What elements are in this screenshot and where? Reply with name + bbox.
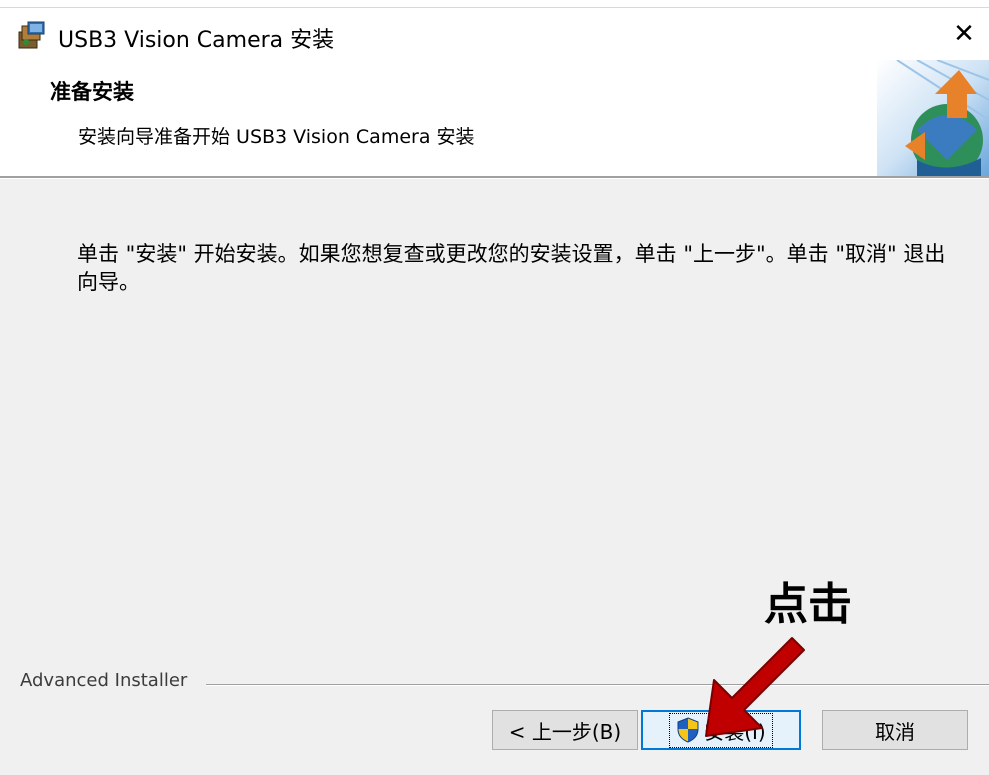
title-bar[interactable]: USB3 Vision Camera 安装 ✕ bbox=[0, 8, 989, 60]
instruction-text: 单击 "安装" 开始安装。如果您想复查或更改您的安装设置，单击 "上一步"。单击… bbox=[77, 242, 946, 294]
close-icon: ✕ bbox=[953, 19, 975, 49]
page-title: 准备安装 bbox=[50, 80, 134, 104]
close-button[interactable]: ✕ bbox=[939, 8, 989, 60]
header-separator bbox=[0, 176, 989, 179]
click-annotation-label: 点击 bbox=[764, 579, 852, 630]
advanced-installer-logo-icon bbox=[877, 59, 989, 176]
installer-package-icon bbox=[16, 20, 48, 50]
brand-label: Advanced Installer bbox=[20, 670, 188, 691]
wizard-header: 准备安装 安装向导准备开始 USB3 Vision Camera 安装 bbox=[0, 59, 989, 176]
cancel-button[interactable]: 取消 bbox=[822, 710, 968, 750]
install-button[interactable]: 安装(I) bbox=[641, 710, 801, 750]
window-title: USB3 Vision Camera 安装 bbox=[58, 28, 335, 53]
install-button-focus: 安装(I) bbox=[669, 712, 773, 748]
uac-shield-icon bbox=[676, 717, 700, 743]
page-subtitle: 安装向导准备开始 USB3 Vision Camera 安装 bbox=[78, 126, 475, 148]
footer-separator bbox=[206, 684, 989, 686]
window-top-edge bbox=[0, 0, 989, 8]
install-button-label: 安装(I) bbox=[704, 719, 766, 744]
installer-dialog: USB3 Vision Camera 安装 ✕ 准备安装 安装向导准备开始 US… bbox=[0, 0, 989, 775]
back-button[interactable]: < 上一步(B) bbox=[492, 710, 638, 750]
